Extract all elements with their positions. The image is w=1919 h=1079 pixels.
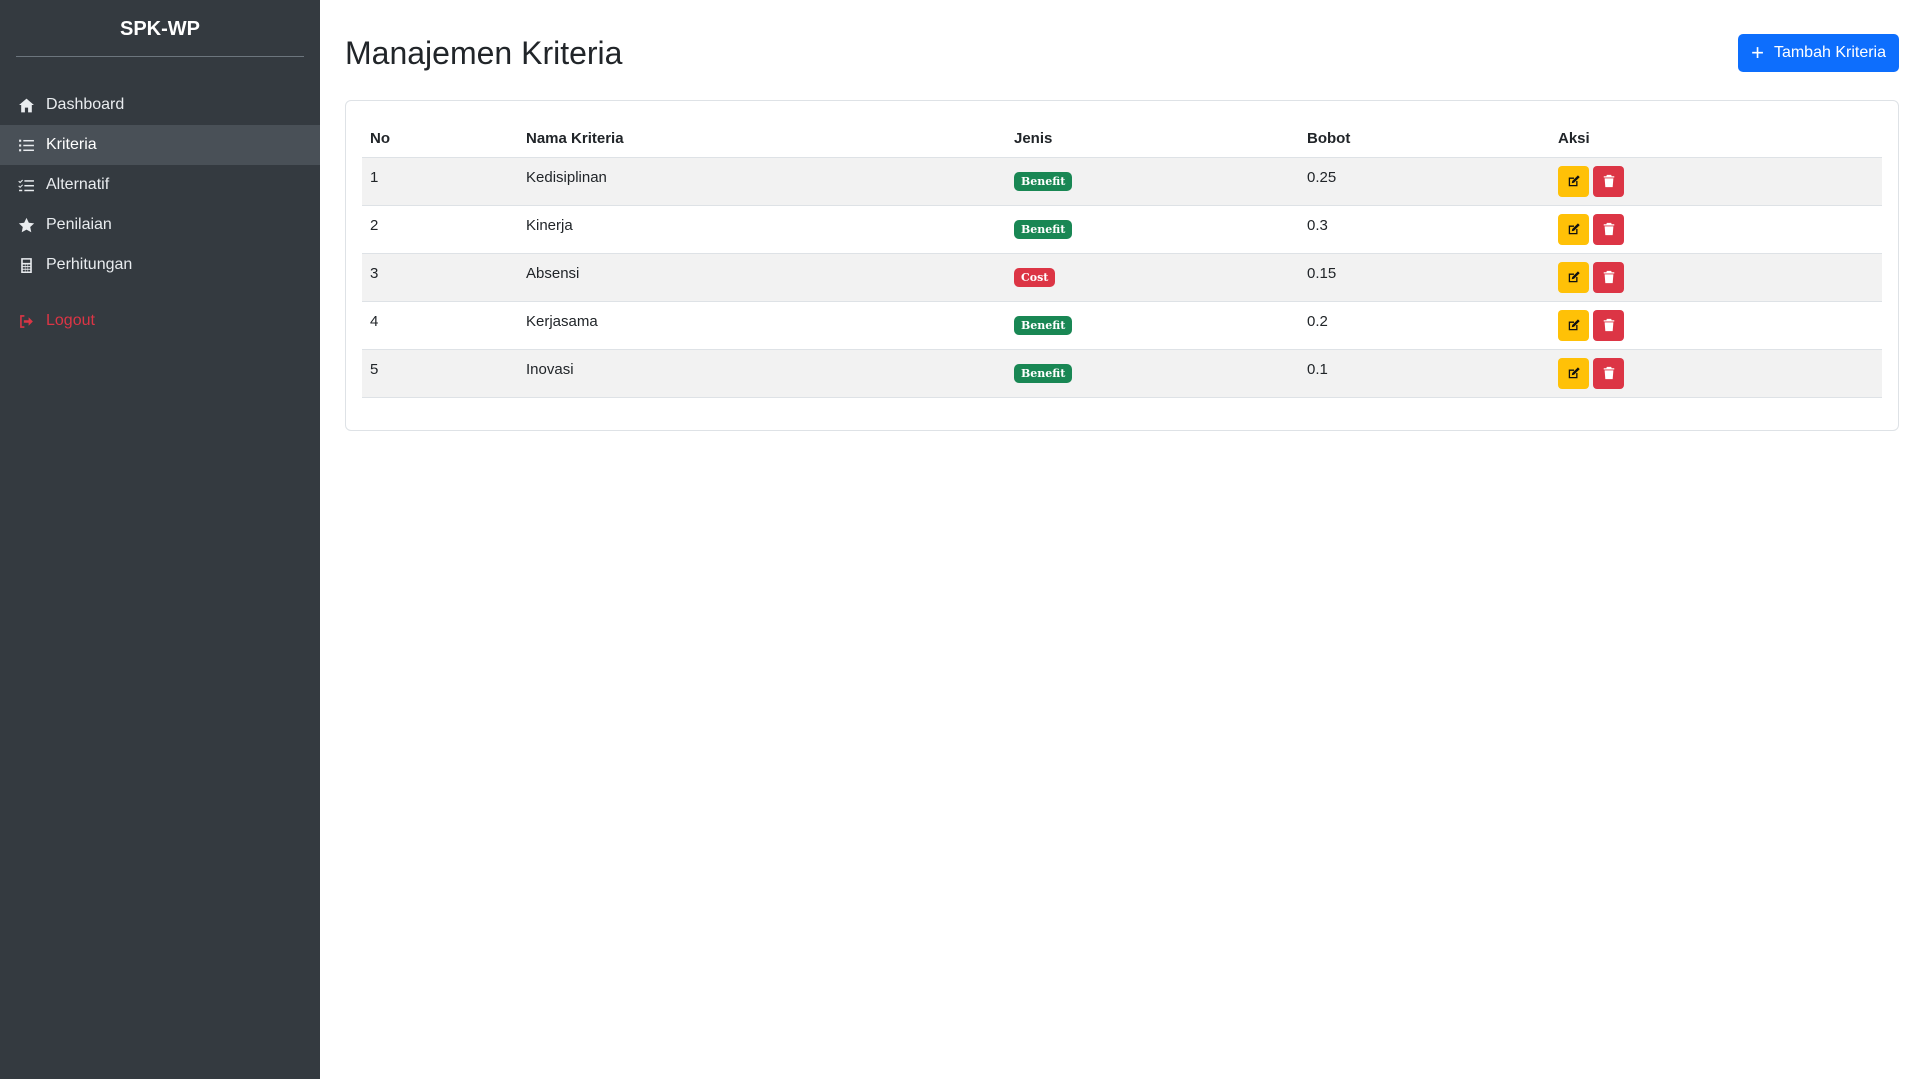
header-nama: Nama Kriteria bbox=[518, 117, 1006, 158]
delete-button[interactable] bbox=[1593, 213, 1624, 245]
edit-icon bbox=[1568, 319, 1580, 331]
cell-aksi bbox=[1550, 205, 1882, 254]
cell-jenis: Benefit bbox=[1006, 301, 1299, 350]
sign-out-icon bbox=[16, 311, 36, 331]
delete-button[interactable] bbox=[1593, 165, 1624, 197]
cell-no: 1 bbox=[362, 157, 518, 206]
sidebar-item-label: Dashboard bbox=[46, 96, 125, 113]
trash-icon bbox=[1603, 270, 1614, 284]
cell-bobot: 0.1 bbox=[1299, 349, 1550, 398]
cell-nama: Kinerja bbox=[518, 205, 1006, 254]
cell-bobot: 0.25 bbox=[1299, 157, 1550, 206]
cell-aksi bbox=[1550, 157, 1882, 206]
status-badge: Cost bbox=[1014, 267, 1056, 287]
logout-label: Logout bbox=[46, 312, 95, 329]
star-icon bbox=[16, 215, 36, 235]
table-row: 3 Absensi Cost 0.15 bbox=[362, 253, 1882, 302]
cell-no: 5 bbox=[362, 349, 518, 398]
cell-nama: Kedisiplinan bbox=[518, 157, 1006, 206]
cell-jenis: Benefit bbox=[1006, 349, 1299, 398]
kriteria-card: No Nama Kriteria Jenis Bobot Aksi 1 Kedi… bbox=[345, 100, 1899, 431]
sidebar-item-alternatif[interactable]: Alternatif bbox=[0, 165, 320, 205]
edit-icon bbox=[1568, 271, 1580, 283]
sidebar: SPK-WP Dashboard Kriteria Alternatif Pen… bbox=[0, 0, 320, 1079]
cell-no: 3 bbox=[362, 253, 518, 302]
cell-bobot: 0.3 bbox=[1299, 205, 1550, 254]
header-aksi: Aksi bbox=[1550, 117, 1882, 158]
cell-aksi bbox=[1550, 301, 1882, 350]
edit-icon bbox=[1568, 367, 1580, 379]
kriteria-table: No Nama Kriteria Jenis Bobot Aksi 1 Kedi… bbox=[362, 117, 1882, 398]
cell-no: 2 bbox=[362, 205, 518, 254]
edit-button[interactable] bbox=[1558, 213, 1589, 245]
cell-nama: Kerjasama bbox=[518, 301, 1006, 350]
calculator-icon bbox=[16, 255, 36, 275]
add-kriteria-label: Tambah Kriteria bbox=[1773, 44, 1886, 61]
edit-icon bbox=[1568, 223, 1580, 235]
header-no: No bbox=[362, 117, 518, 158]
cell-nama: Absensi bbox=[518, 253, 1006, 302]
cell-jenis: Cost bbox=[1006, 253, 1299, 302]
cell-nama: Inovasi bbox=[518, 349, 1006, 398]
cell-bobot: 0.15 bbox=[1299, 253, 1550, 302]
page-header: Manajemen Kriteria + Tambah Kriteria bbox=[345, 32, 1899, 74]
status-badge: Benefit bbox=[1014, 219, 1073, 239]
cell-jenis: Benefit bbox=[1006, 205, 1299, 254]
status-badge: Benefit bbox=[1014, 363, 1073, 383]
cell-bobot: 0.2 bbox=[1299, 301, 1550, 350]
main-content: Manajemen Kriteria + Tambah Kriteria No … bbox=[320, 0, 1919, 1079]
cell-aksi bbox=[1550, 253, 1882, 302]
status-badge: Benefit bbox=[1014, 171, 1073, 191]
table-row: 2 Kinerja Benefit 0.3 bbox=[362, 205, 1882, 254]
delete-button[interactable] bbox=[1593, 261, 1624, 293]
cell-jenis: Benefit bbox=[1006, 157, 1299, 206]
table-row: 1 Kedisiplinan Benefit 0.25 bbox=[362, 157, 1882, 206]
sidebar-item-dashboard[interactable]: Dashboard bbox=[0, 85, 320, 125]
sidebar-item-label: Kriteria bbox=[46, 136, 97, 153]
edit-icon bbox=[1568, 175, 1580, 187]
sidebar-item-penilaian[interactable]: Penilaian bbox=[0, 205, 320, 245]
home-icon bbox=[16, 95, 36, 115]
status-badge: Benefit bbox=[1014, 315, 1073, 335]
delete-button[interactable] bbox=[1593, 357, 1624, 389]
sidebar-item-label: Alternatif bbox=[46, 176, 110, 193]
header-jenis: Jenis bbox=[1006, 117, 1299, 158]
sidebar-item-perhitungan[interactable]: Perhitungan bbox=[0, 245, 320, 285]
table-row: 5 Inovasi Benefit 0.1 bbox=[362, 349, 1882, 398]
sidebar-item-label: Perhitungan bbox=[46, 256, 133, 273]
sidebar-item-label: Penilaian bbox=[46, 216, 112, 233]
add-kriteria-button[interactable]: + Tambah Kriteria bbox=[1738, 34, 1899, 72]
brand-divider bbox=[16, 56, 304, 57]
delete-button[interactable] bbox=[1593, 309, 1624, 341]
edit-button[interactable] bbox=[1558, 309, 1589, 341]
trash-icon bbox=[1603, 174, 1614, 188]
edit-button[interactable] bbox=[1558, 165, 1589, 197]
list-icon bbox=[16, 135, 36, 155]
cell-aksi bbox=[1550, 349, 1882, 398]
trash-icon bbox=[1603, 318, 1614, 332]
checklist-icon bbox=[16, 175, 36, 195]
table-row: 4 Kerjasama Benefit 0.2 bbox=[362, 301, 1882, 350]
trash-icon bbox=[1603, 366, 1614, 380]
header-bobot: Bobot bbox=[1299, 117, 1550, 158]
logout-link[interactable]: Logout bbox=[0, 301, 320, 341]
sidebar-item-kriteria[interactable]: Kriteria bbox=[0, 125, 320, 165]
page-title: Manajemen Kriteria bbox=[345, 34, 623, 71]
edit-button[interactable] bbox=[1558, 357, 1589, 389]
cell-no: 4 bbox=[362, 301, 518, 350]
table-header-row: No Nama Kriteria Jenis Bobot Aksi bbox=[362, 117, 1882, 158]
edit-button[interactable] bbox=[1558, 261, 1589, 293]
trash-icon bbox=[1603, 222, 1614, 236]
brand-title: SPK-WP bbox=[120, 18, 200, 40]
app-layout: SPK-WP Dashboard Kriteria Alternatif Pen… bbox=[0, 0, 1919, 1079]
plus-icon: + bbox=[1751, 40, 1764, 65]
